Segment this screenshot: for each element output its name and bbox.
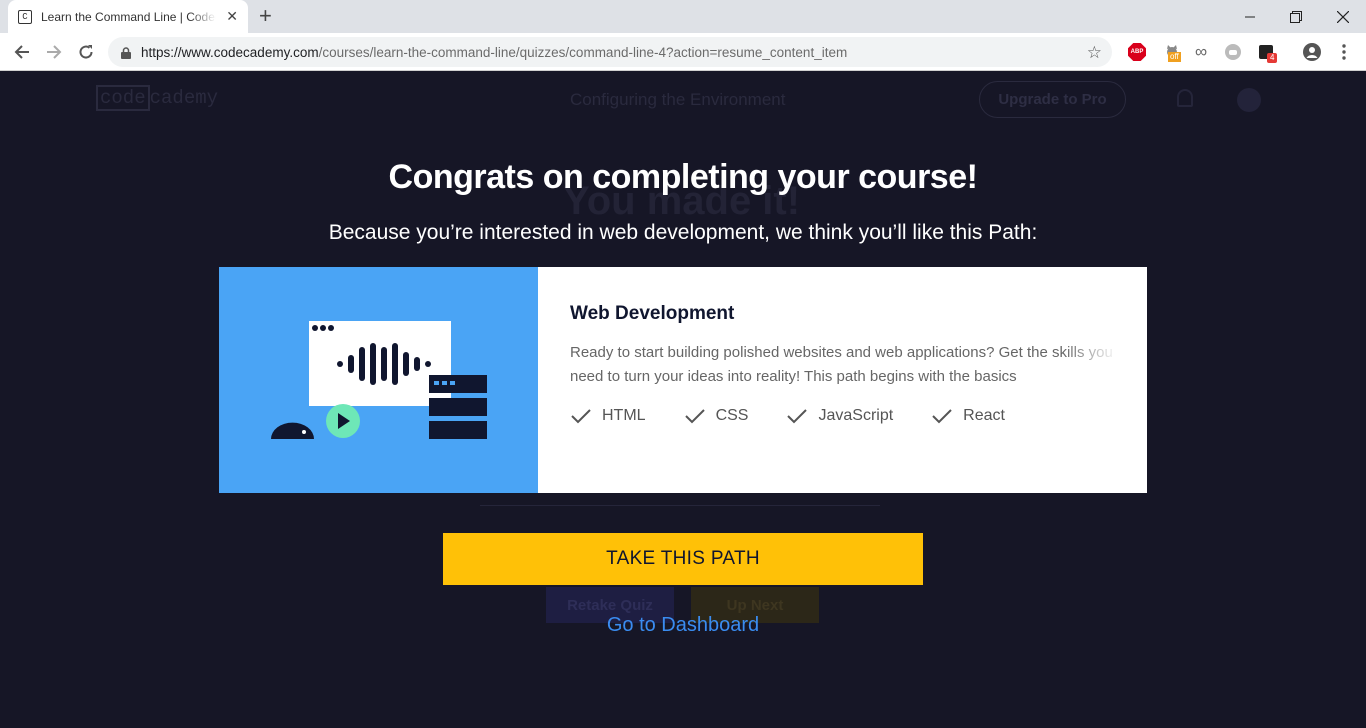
profile-avatar-icon[interactable] <box>1302 42 1322 62</box>
extension-cat-icon[interactable]: off <box>1162 42 1182 62</box>
minimize-icon[interactable] <box>1227 0 1273 33</box>
path-card[interactable]: Web Development Ready to start building … <box>219 267 1147 493</box>
url-path: /courses/learn-the-command-line/quizzes/… <box>318 44 848 60</box>
notification-count-badge: 4 <box>1267 53 1278 63</box>
url-host: https://www.codecademy.com <box>141 44 319 60</box>
bookmark-star-icon[interactable]: ☆ <box>1087 43 1102 63</box>
close-window-icon[interactable] <box>1320 0 1366 33</box>
tag-label: CSS <box>715 407 749 424</box>
checkmark-icon <box>684 409 705 424</box>
logo-code-box: code <box>96 85 150 111</box>
discord-extension-icon[interactable] <box>1223 42 1243 62</box>
go-to-dashboard-link[interactable]: Go to Dashboard <box>0 614 1366 637</box>
off-badge: off <box>1168 52 1181 62</box>
bell-icon <box>1177 89 1193 107</box>
codecademy-logo: code cademy <box>96 85 219 111</box>
path-tags: HTML CSS JavaScript React <box>570 407 1043 425</box>
logo-cademy: cademy <box>149 87 219 109</box>
tag-react: React <box>931 407 1005 425</box>
tag-label: React <box>963 407 1005 424</box>
lock-icon <box>121 46 131 59</box>
congrats-headline: Congrats on completing your course! <box>388 158 978 196</box>
browser-tab[interactable]: C Learn the Command Line | Codecademy ✕ <box>8 0 248 33</box>
lesson-title: Configuring the Environment <box>570 90 786 109</box>
background-divider <box>480 505 880 506</box>
tag-label: JavaScript <box>818 407 894 424</box>
checkmark-icon <box>571 409 591 424</box>
tab-title: Learn the Command Line | Codecademy <box>41 9 216 24</box>
extension-notification-icon[interactable]: 4 <box>1256 42 1278 63</box>
adblock-plus-icon[interactable]: ABP <box>1127 42 1147 62</box>
restore-icon[interactable] <box>1273 0 1319 33</box>
take-this-path-button[interactable]: TAKE THIS PATH <box>443 533 923 585</box>
checkmark-icon <box>932 409 952 424</box>
reload-icon[interactable] <box>75 41 97 63</box>
codecademy-favicon-icon: C <box>18 9 32 24</box>
new-tab-icon[interactable]: + <box>259 5 272 27</box>
address-bar[interactable]: https://www.codecademy.com/courses/learn… <box>108 37 1112 67</box>
path-recommendation-subhead: Because you’re interested in web develop… <box>328 221 1038 244</box>
modal-overlay: code cademy Configuring the Environment U… <box>0 71 1366 728</box>
path-description: Ready to start building polished website… <box>570 344 1113 385</box>
tag-label: HTML <box>602 407 646 424</box>
forward-arrow-icon[interactable] <box>43 41 65 63</box>
tag-javascript: JavaScript <box>786 407 893 425</box>
web-development-illustration <box>219 267 538 493</box>
back-arrow-icon[interactable] <box>11 41 33 63</box>
tab-close-icon[interactable]: ✕ <box>226 8 238 25</box>
browser-menu-icon[interactable] <box>1334 42 1354 62</box>
browser-tab-strip: C Learn the Command Line | Codecademy ✕ … <box>0 0 1366 33</box>
tag-html: HTML <box>570 407 646 425</box>
tag-css: CSS <box>684 407 749 425</box>
browser-toolbar: https://www.codecademy.com/courses/learn… <box>0 33 1366 71</box>
infinity-extension-icon[interactable]: ∞ <box>1191 42 1211 62</box>
checkmark-icon <box>787 409 808 424</box>
abp-label: ABP <box>1130 49 1144 55</box>
user-avatar <box>1237 88 1261 112</box>
upgrade-to-pro-button: Upgrade to Pro <box>979 81 1126 118</box>
url-text: https://www.codecademy.com/courses/learn… <box>141 45 847 60</box>
path-title: Web Development <box>570 303 735 324</box>
